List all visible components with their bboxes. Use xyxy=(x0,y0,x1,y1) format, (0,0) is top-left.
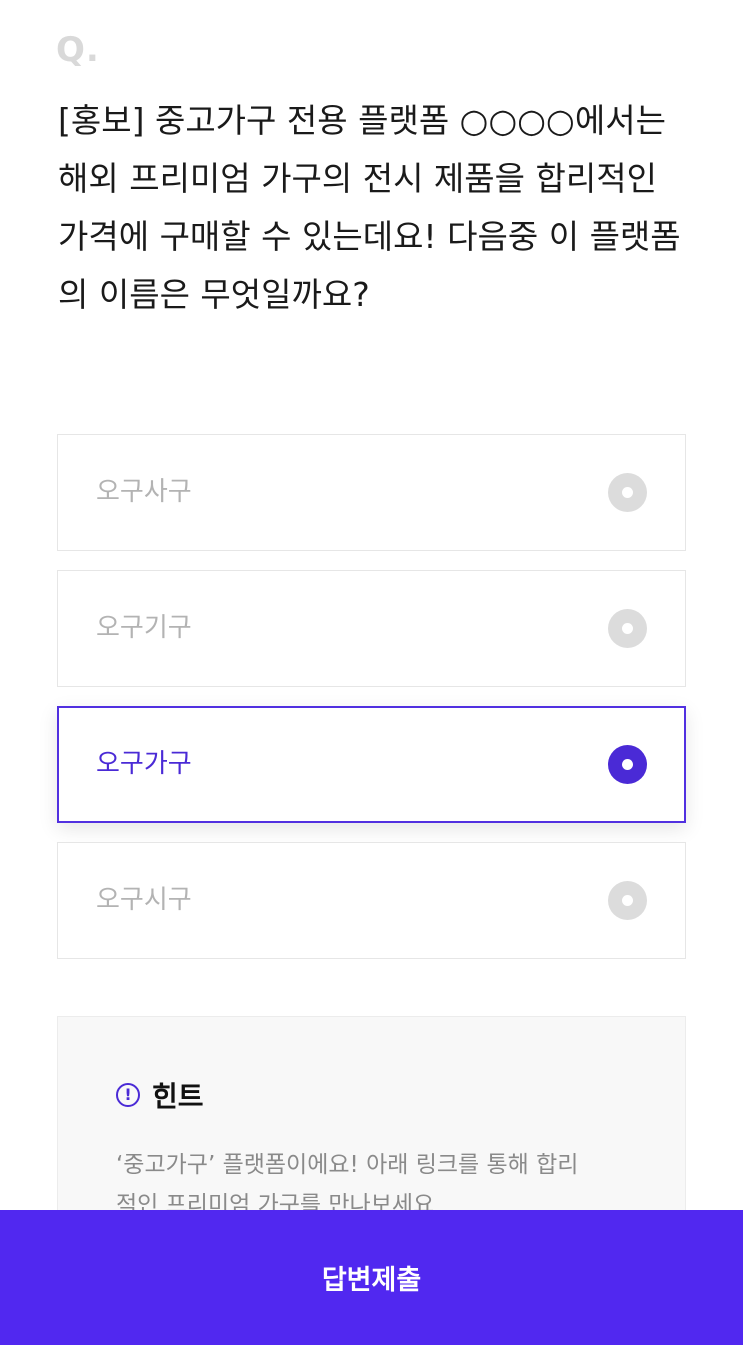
answer-option-1[interactable]: 오구사구 xyxy=(57,434,686,551)
hint-header: ! 힌트 xyxy=(116,1075,204,1115)
answer-option-label: 오구사구 xyxy=(96,477,192,507)
answer-option-4[interactable]: 오구시구 xyxy=(57,842,686,959)
radio-icon[interactable] xyxy=(608,881,647,920)
answer-option-label: 오구가구 xyxy=(96,749,192,779)
radio-icon[interactable] xyxy=(608,473,647,512)
question-text: [홍보] 중고가구 전용 플랫폼 ○○○○에서는 해외 프리미엄 가구의 전시 … xyxy=(58,101,681,314)
answer-option-3[interactable]: 오구가구 xyxy=(57,706,686,823)
radio-icon[interactable] xyxy=(608,609,647,648)
hint-title: 힌트 xyxy=(152,1080,204,1113)
exclamation-circle-icon: ! xyxy=(116,1083,140,1107)
radio-selected-icon[interactable] xyxy=(608,745,647,784)
submit-answer-button[interactable]: 답변제출 xyxy=(0,1210,743,1345)
answer-option-label: 오구기구 xyxy=(96,613,192,643)
answer-options: 오구사구 오구기구 오구가구 오구시구 xyxy=(57,434,686,978)
answer-option-label: 오구시구 xyxy=(96,885,192,915)
answer-option-2[interactable]: 오구기구 xyxy=(57,570,686,687)
question-prefix: Q. xyxy=(56,30,100,70)
